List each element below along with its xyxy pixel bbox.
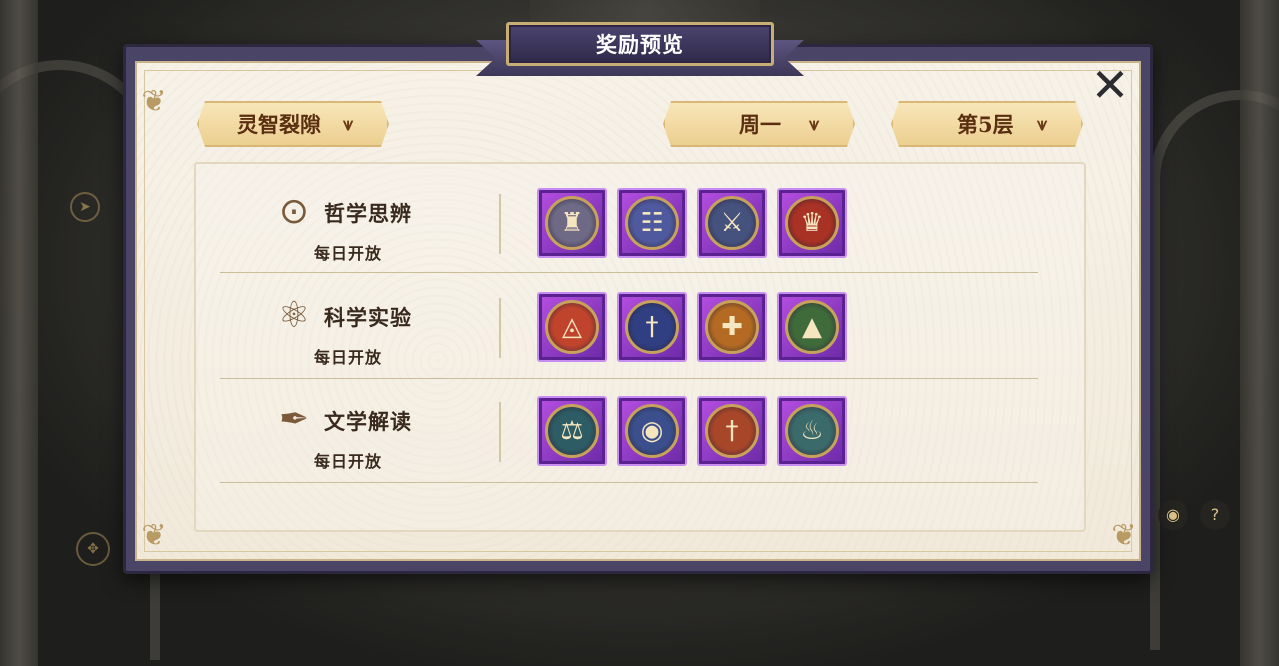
quill-icon: ✒ bbox=[278, 399, 310, 440]
category-availability: 每日开放 bbox=[314, 452, 383, 471]
reward-item[interactable]: ▲ bbox=[777, 292, 847, 362]
chevron-down-icon: ⩛ bbox=[1037, 114, 1048, 135]
title-banner: 奖励预览 bbox=[476, 22, 804, 80]
corner-ornament-bottom-right: ❦ bbox=[1111, 518, 1137, 553]
category-name: 文学解读 bbox=[324, 409, 412, 434]
floor-dropdown[interactable]: 第5层 ⩛ bbox=[891, 101, 1083, 147]
row-divider bbox=[220, 482, 1038, 483]
dungeon-dropdown[interactable]: 灵智裂隙 ⩛ bbox=[197, 101, 389, 147]
help-button[interactable]: ? bbox=[1200, 500, 1230, 530]
day-dropdown-label: 周一 bbox=[739, 112, 781, 137]
reward-item[interactable]: ⚖ bbox=[537, 396, 607, 466]
reward-item[interactable]: ☷ bbox=[617, 188, 687, 258]
close-icon: ✕ bbox=[1090, 58, 1130, 112]
column-divider bbox=[499, 298, 501, 358]
column-divider bbox=[499, 402, 501, 462]
background-emblem-icon: ✥ bbox=[76, 532, 110, 566]
reward-item[interactable]: † bbox=[617, 292, 687, 362]
row-divider bbox=[220, 378, 1038, 379]
category-availability: 每日开放 bbox=[314, 244, 383, 263]
reward-item[interactable]: ♛ bbox=[777, 188, 847, 258]
page-title: 奖励预览 bbox=[596, 32, 684, 57]
crossbow-medal-icon: ✚ bbox=[705, 300, 759, 354]
category-availability: 每日开放 bbox=[314, 348, 383, 367]
reward-item[interactable]: ✚ bbox=[697, 292, 767, 362]
tablet-medal-icon: ☷ bbox=[625, 196, 679, 250]
category-name: 哲学思辨 bbox=[324, 201, 412, 226]
chevron-down-icon: ⩛ bbox=[809, 114, 820, 135]
background-arrow-icon: ➤ bbox=[70, 192, 100, 222]
background-pillar-top bbox=[530, 0, 760, 22]
day-dropdown[interactable]: 周一 ⩛ bbox=[663, 101, 855, 147]
reward-item[interactable]: ◬ bbox=[537, 292, 607, 362]
atom-icon: ⚛ bbox=[277, 295, 311, 336]
corner-ornament-top-left: ❦ bbox=[141, 84, 167, 119]
statue-medal-icon: ♜ bbox=[545, 196, 599, 250]
lamp-medal-icon: ♨ bbox=[785, 404, 839, 458]
background-pillar-right bbox=[1240, 0, 1279, 666]
reward-item[interactable]: ♜ bbox=[537, 188, 607, 258]
row-divider bbox=[220, 272, 1038, 273]
crystal-ball-medal-icon: ◉ bbox=[625, 404, 679, 458]
reward-item[interactable]: † bbox=[697, 396, 767, 466]
chevron-down-icon: ⩛ bbox=[343, 114, 354, 135]
column-divider bbox=[499, 194, 501, 254]
eye-triangle-medal-icon: ◬ bbox=[545, 300, 599, 354]
dagger-medal-icon: † bbox=[625, 300, 679, 354]
scale-medal-icon: ⚖ bbox=[545, 404, 599, 458]
reward-item[interactable]: ⚔ bbox=[697, 188, 767, 258]
spearhead-medal-icon: ▲ bbox=[785, 300, 839, 354]
reward-item[interactable]: ♨ bbox=[777, 396, 847, 466]
title-plate: 奖励预览 bbox=[506, 22, 774, 66]
dungeon-dropdown-label: 灵智裂隙 bbox=[237, 112, 321, 137]
reward-item[interactable]: ◉ bbox=[617, 396, 687, 466]
eye-icon: ⊙ bbox=[278, 191, 310, 232]
close-button[interactable]: ✕ bbox=[1086, 62, 1134, 110]
background-pillar-left bbox=[0, 0, 38, 666]
floor-dropdown-label: 第5层 bbox=[957, 112, 1014, 137]
chalice-medal-icon: ♛ bbox=[785, 196, 839, 250]
corner-ornament-bottom-left: ❦ bbox=[141, 518, 167, 553]
sword-medal-icon: † bbox=[705, 404, 759, 458]
background-eye-icon: ◉ bbox=[1158, 500, 1188, 530]
category-name: 科学实验 bbox=[324, 305, 412, 330]
axe-medal-icon: ⚔ bbox=[705, 196, 759, 250]
